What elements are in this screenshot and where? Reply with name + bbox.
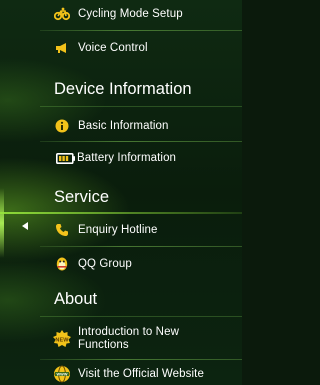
- svg-text:WWW: WWW: [56, 372, 67, 376]
- divider: [0, 212, 242, 214]
- divider: [40, 30, 242, 31]
- divider: [40, 359, 242, 360]
- battery-icon: [56, 150, 76, 166]
- sidebar-menu: Cycling Mode Setup Voice Control Device …: [0, 0, 242, 385]
- menu-item-label: Enquiry Hotline: [78, 224, 158, 236]
- divider: [40, 141, 242, 142]
- menu-item-label: Basic Information: [78, 120, 169, 132]
- info-icon: [54, 118, 70, 134]
- menu-item-label: Introduction to New Functions: [78, 326, 179, 351]
- menu-item-label: Voice Control: [78, 42, 148, 54]
- menu-item-visit-official-website[interactable]: WWW Visit the Official Website: [0, 363, 242, 385]
- section-header-service: Service: [0, 182, 242, 212]
- svg-text:NEW: NEW: [55, 338, 69, 344]
- divider: [40, 106, 242, 107]
- section-title: Service: [54, 187, 110, 206]
- menu-item-qq-group[interactable]: QQ Group: [0, 252, 242, 276]
- phone-icon: [54, 222, 70, 238]
- menu-item-voice-control[interactable]: Voice Control: [0, 36, 242, 60]
- divider: [40, 246, 242, 247]
- new-badge-icon: NEW: [53, 330, 71, 348]
- section-header-about: About: [0, 284, 242, 314]
- menu-item-enquiry-hotline[interactable]: Enquiry Hotline: [0, 218, 242, 242]
- menu-item-label: Battery Information: [77, 152, 177, 164]
- menu-item-basic-information[interactable]: Basic Information: [0, 114, 242, 138]
- menu-item-label: QQ Group: [78, 258, 132, 270]
- menu-item-label: Visit the Official Website: [78, 368, 204, 380]
- menu-item-battery-information[interactable]: Battery Information: [0, 146, 242, 170]
- cycling-icon: [54, 6, 70, 22]
- section-title: About: [54, 289, 98, 308]
- megaphone-icon: [54, 40, 70, 56]
- menu-item-introduction-new-functions[interactable]: NEW Introduction to New Functions: [0, 322, 242, 356]
- menu-item-cycling-mode-setup[interactable]: Cycling Mode Setup: [0, 2, 242, 26]
- section-title: Device Information: [54, 79, 192, 98]
- qq-penguin-icon: [54, 256, 70, 272]
- globe-icon: WWW: [53, 365, 71, 383]
- section-header-device-information: Device Information: [0, 74, 242, 104]
- menu-item-label: Cycling Mode Setup: [78, 8, 183, 20]
- divider: [40, 316, 242, 317]
